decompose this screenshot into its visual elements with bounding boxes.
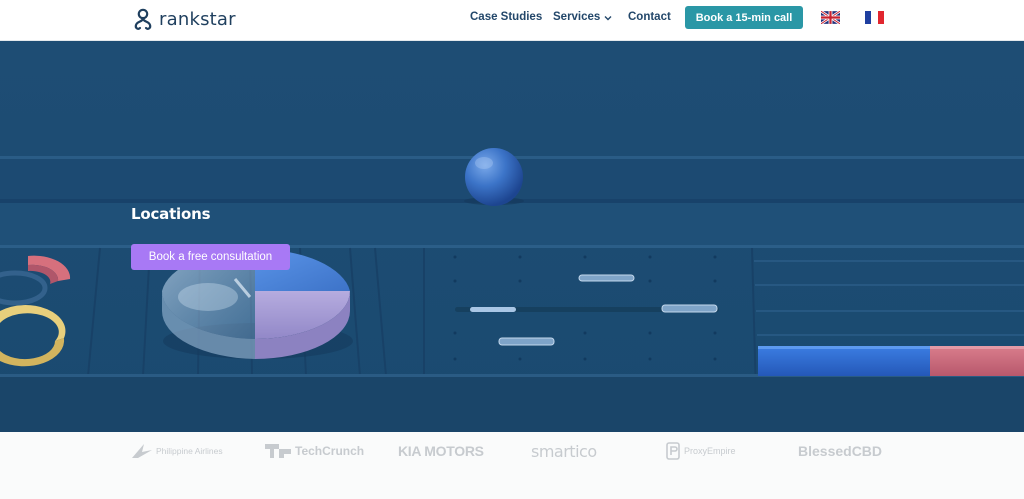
philippine-airlines-logo: Philippine Airlines — [132, 440, 223, 462]
proxyempire-text: ProxyEmpire — [684, 446, 736, 456]
kia-motors-text: KIA MOTORS — [398, 443, 484, 459]
techcrunch-logo: TechCrunch — [265, 440, 364, 462]
nav-services[interactable]: Services — [553, 11, 612, 23]
proxyempire-logo: ProxyEmpire — [666, 440, 736, 462]
client-logos-strip: Philippine Airlines TechCrunch KIA MOTOR… — [0, 432, 1024, 499]
hero-3d-illustration — [0, 41, 1024, 432]
hero-section: Locations Book a free consultation — [0, 41, 1024, 432]
airline-wing-icon — [132, 444, 152, 458]
fr-flag-icon[interactable] — [865, 11, 884, 24]
chevron-down-icon — [604, 15, 612, 20]
logo[interactable]: rankstar — [133, 6, 236, 32]
rankstar-logo-icon — [134, 8, 152, 30]
hero-title: Locations — [131, 205, 211, 223]
blessedcbd-text: BlessedCBD — [798, 443, 883, 459]
nav-case-studies[interactable]: Case Studies — [470, 11, 542, 23]
proxyempire-icon — [666, 442, 680, 460]
smartico-logo: smartico — [531, 440, 597, 462]
logo-text: rankstar — [159, 8, 236, 30]
smartico-text: smartico — [531, 441, 597, 461]
site-header: rankstar Case Studies Services Contact B… — [0, 0, 1024, 41]
nav-contact[interactable]: Contact — [628, 11, 671, 23]
uk-flag-icon[interactable] — [821, 11, 840, 24]
kia-motors-logo: KIA MOTORS — [398, 440, 484, 462]
techcrunch-text: TechCrunch — [295, 444, 365, 458]
free-consultation-button[interactable]: Book a free consultation — [131, 244, 290, 270]
techcrunch-icon — [265, 444, 291, 458]
nav-services-label: Services — [553, 11, 601, 23]
blessedcbd-logo: BlessedCBD — [798, 440, 882, 462]
philippine-airlines-text: Philippine Airlines — [156, 446, 223, 456]
book-call-button[interactable]: Book a 15-min call — [685, 6, 803, 29]
